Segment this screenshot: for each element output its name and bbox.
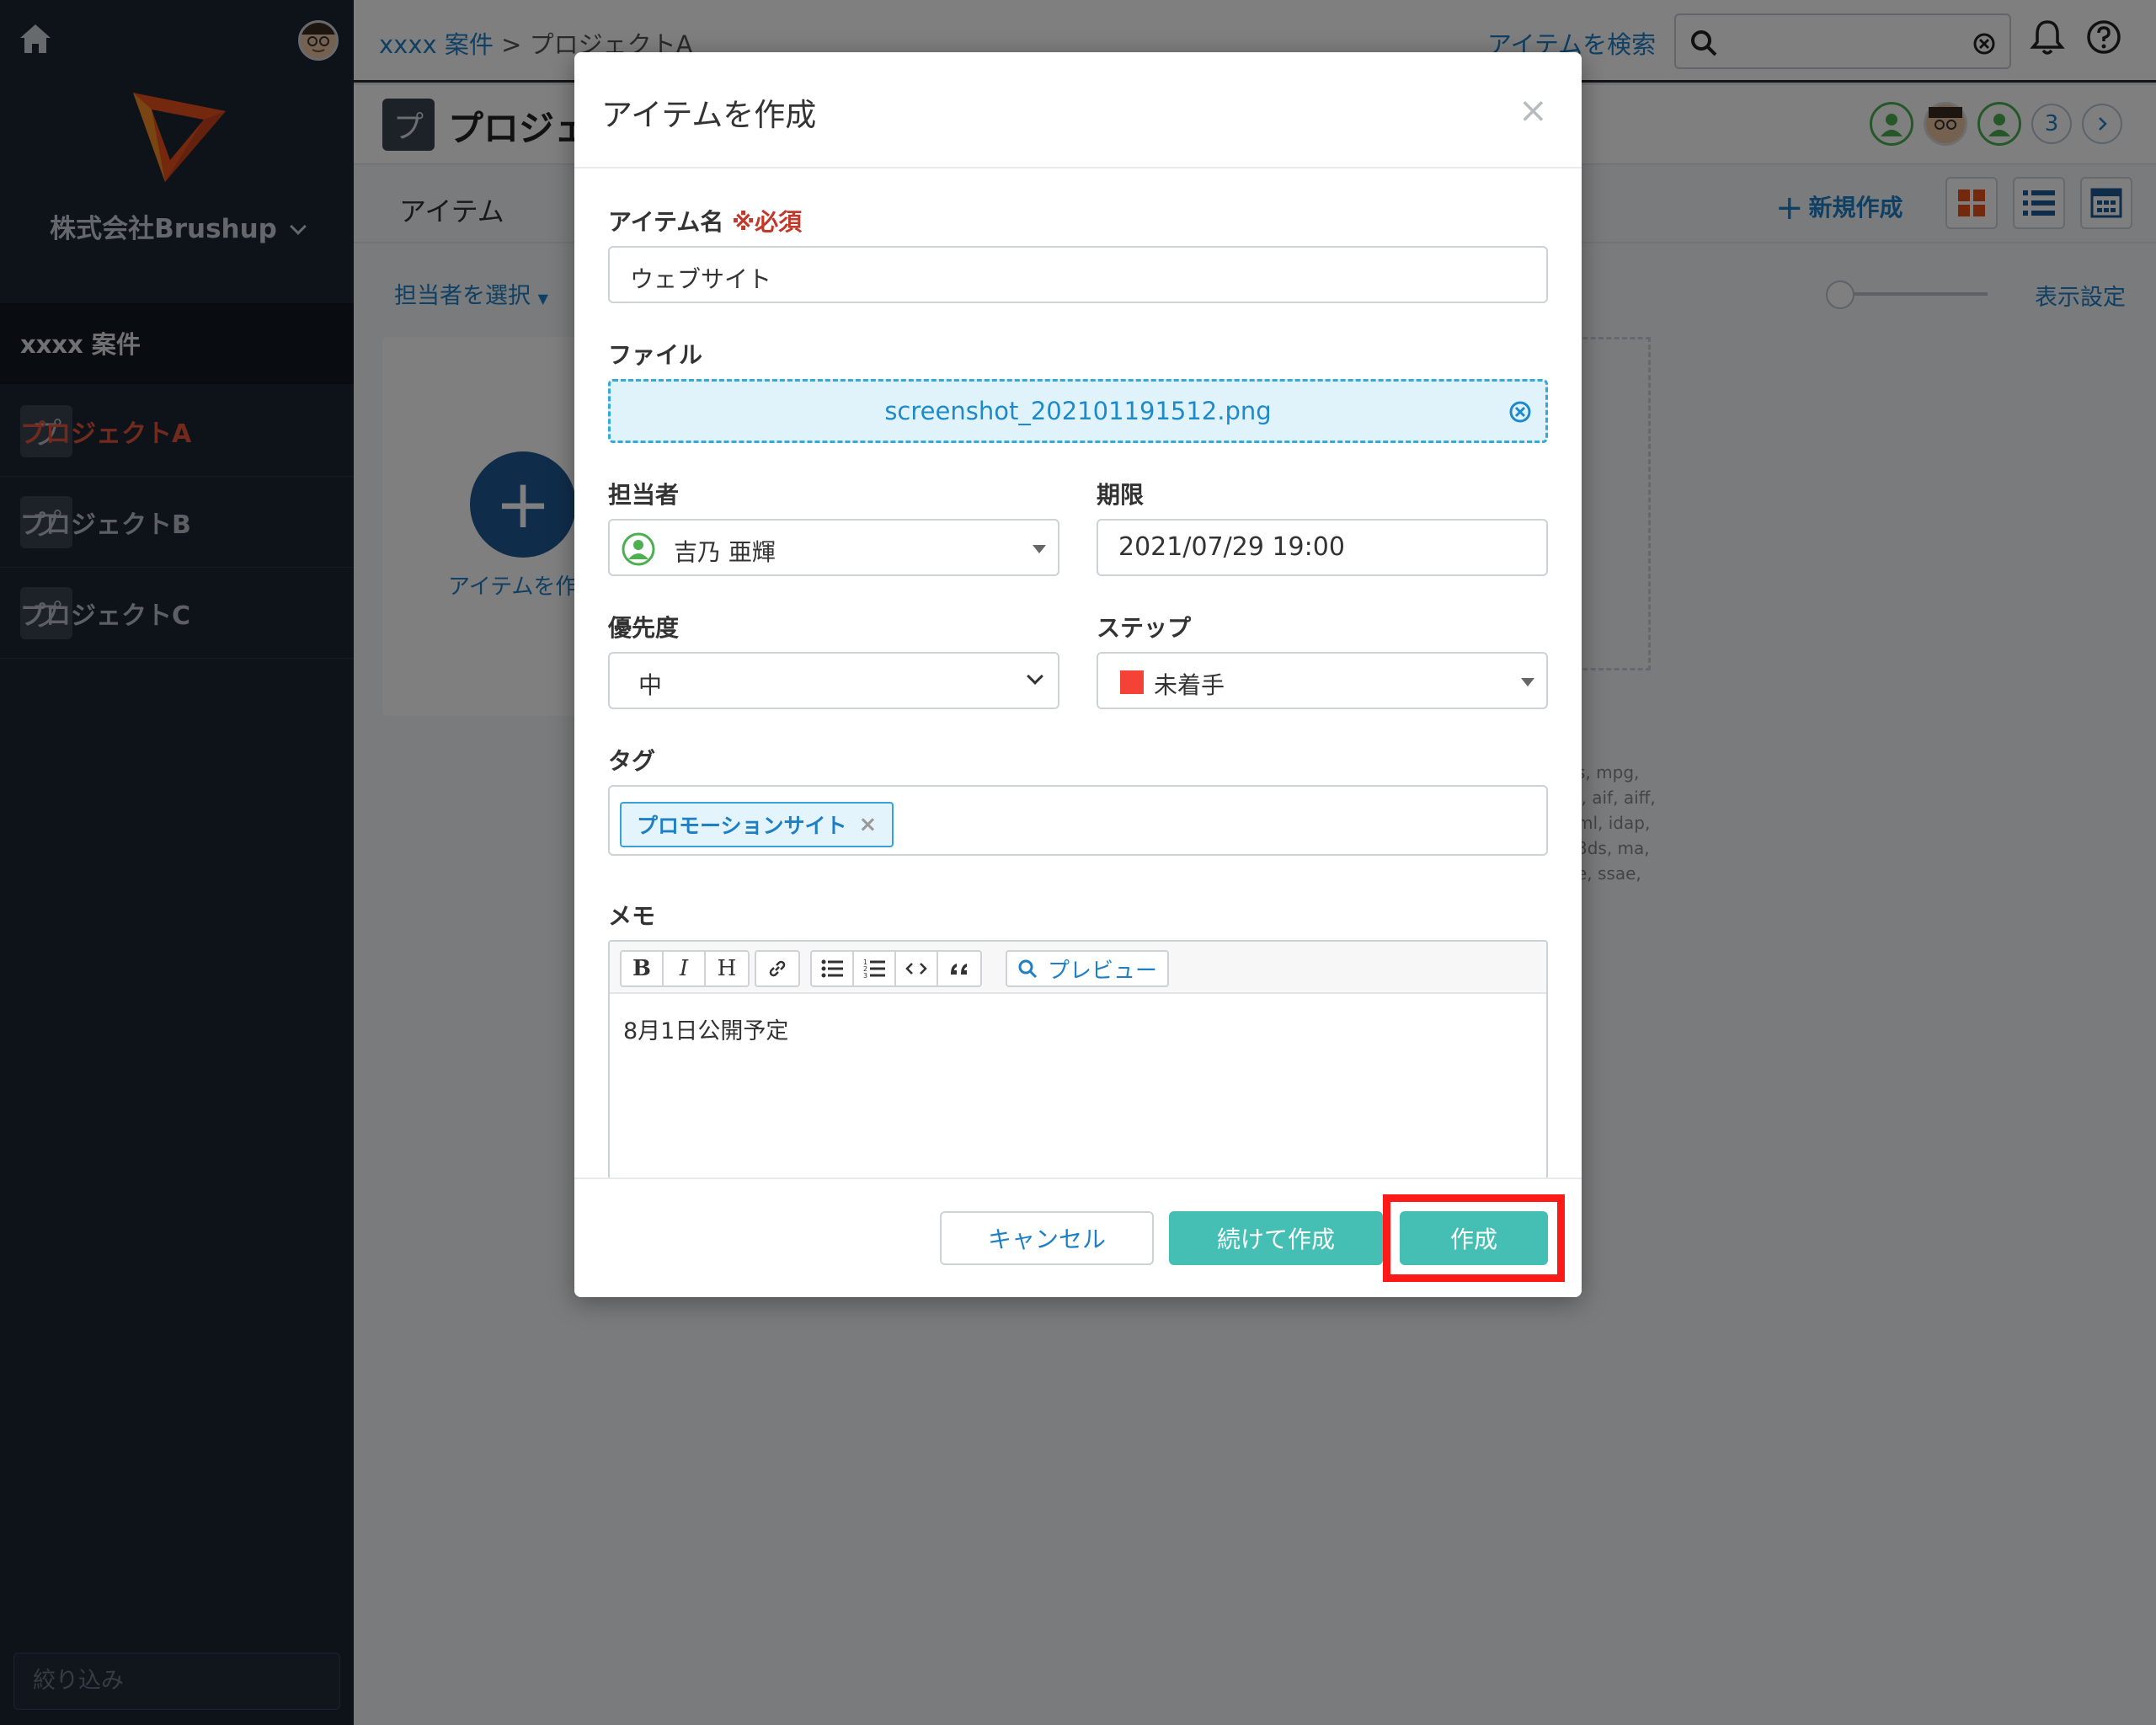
assignee-value: 吉乃 亜輝 — [674, 538, 776, 566]
chevron-down-icon — [1027, 668, 1043, 685]
assignee-select[interactable]: 吉乃 亜輝 — [608, 519, 1059, 576]
priority-select[interactable]: 中 — [608, 652, 1059, 709]
memo-label: メモ — [608, 902, 656, 930]
heading-button[interactable]: H — [706, 952, 748, 985]
priority-label: 優先度 — [608, 614, 680, 642]
file-label: ファイル — [608, 341, 703, 369]
preview-button[interactable]: プレビュー — [1006, 950, 1170, 987]
caret-down-icon — [1521, 678, 1534, 686]
status-color-swatch — [1120, 670, 1144, 694]
tags-label: タグ — [608, 747, 656, 775]
step-label: ステップ — [1097, 614, 1192, 642]
svg-text:3: 3 — [863, 972, 867, 979]
deadline-value: 2021/07/29 19:00 — [1118, 532, 1345, 562]
step-value: 未着手 — [1154, 671, 1225, 699]
item-name-value: ウェブサイト — [630, 265, 772, 293]
deadline-label: 期限 — [1097, 481, 1145, 509]
search-icon — [1018, 959, 1038, 979]
dialog-title: アイテムを作成 — [601, 97, 817, 133]
format-button-group: B I H — [620, 950, 750, 987]
item-name-label-text: アイテム名 — [608, 208, 724, 236]
bullet-list-icon[interactable] — [812, 952, 854, 985]
dialog-header: アイテムを作成 × — [574, 52, 1582, 168]
tag-label: プロモーションサイト — [637, 814, 847, 838]
item-name-input[interactable]: ウェブサイト — [608, 246, 1548, 303]
italic-button[interactable]: I — [664, 952, 706, 985]
caret-down-icon — [1033, 545, 1046, 553]
numbered-list-icon[interactable]: 123 — [854, 952, 896, 985]
close-icon[interactable]: × — [1518, 89, 1548, 131]
file-attachment-field[interactable]: screenshot_202101191512.png — [608, 379, 1548, 443]
quote-icon[interactable] — [938, 952, 980, 985]
tags-input[interactable]: プロモーションサイト × — [608, 785, 1548, 856]
create-item-dialog: アイテムを作成 × アイテム名 ※必須 ウェブサイト ファイル screensh… — [574, 52, 1582, 1297]
remove-file-icon[interactable] — [1508, 400, 1532, 427]
file-name: screenshot_202101191512.png — [884, 397, 1272, 425]
tag-chip[interactable]: プロモーションサイト × — [620, 802, 894, 847]
required-mark: ※必須 — [731, 208, 803, 236]
link-button-group — [755, 950, 800, 987]
remove-tag-icon[interactable]: × — [859, 812, 878, 837]
memo-content[interactable]: 8月1日公開予定 — [623, 1012, 788, 1045]
deadline-input[interactable]: 2021/07/29 19:00 — [1097, 519, 1548, 576]
link-icon[interactable] — [756, 952, 798, 985]
create-and-continue-button[interactable]: 続けて作成 — [1169, 1211, 1383, 1265]
preview-label: プレビュー — [1048, 958, 1158, 984]
item-name-label: アイテム名 ※必須 — [608, 204, 802, 238]
bold-button[interactable]: B — [622, 952, 664, 985]
highlight-box — [1383, 1194, 1565, 1282]
cancel-button[interactable]: キャンセル — [940, 1211, 1154, 1265]
assignee-label: 担当者 — [608, 481, 680, 509]
editor-toolbar: B I H 123 プレビュー — [610, 942, 1546, 994]
priority-value: 中 — [638, 671, 663, 699]
user-avatar-icon — [622, 532, 655, 569]
step-select[interactable]: 未着手 — [1097, 652, 1548, 709]
code-icon[interactable] — [896, 952, 938, 985]
list-button-group: 123 — [810, 950, 982, 987]
